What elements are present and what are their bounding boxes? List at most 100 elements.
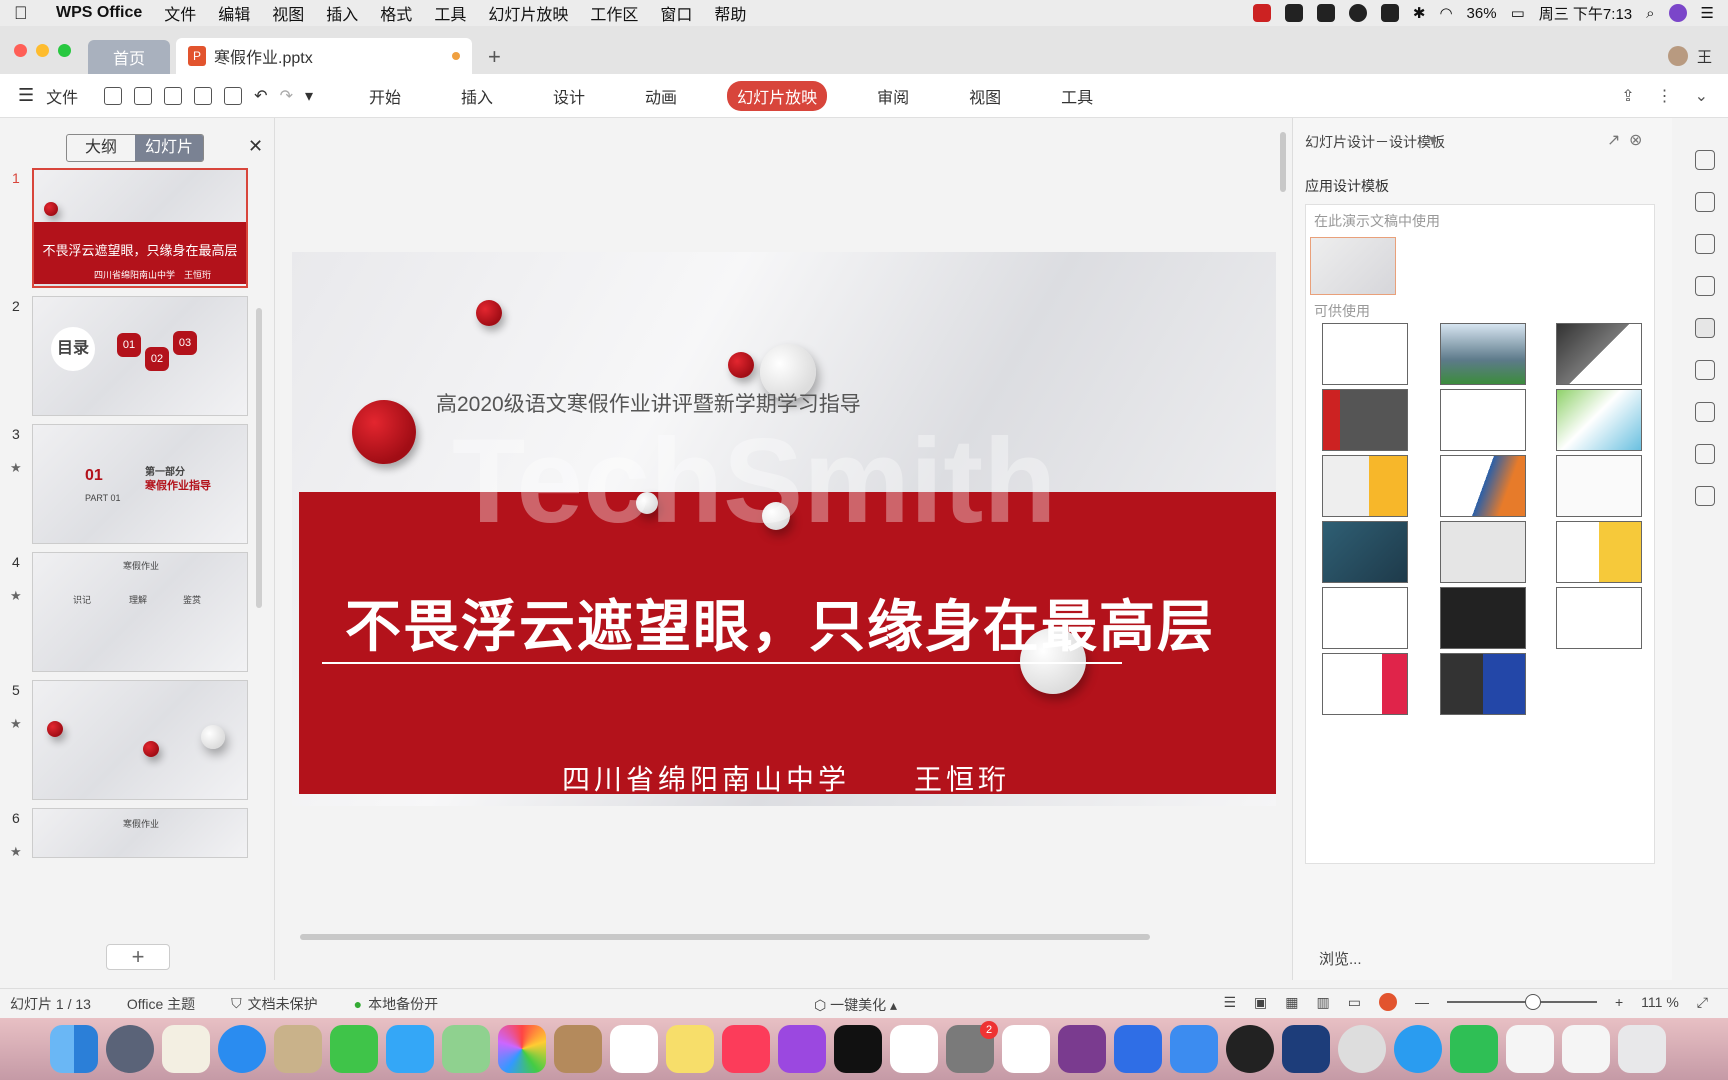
document-stack-icon[interactable] [1506, 1025, 1554, 1073]
shield-tray-icon[interactable] [1348, 4, 1367, 22]
reminders-icon[interactable] [610, 1025, 658, 1073]
menu-file[interactable]: 文件 [164, 1, 196, 25]
cloud-app-icon[interactable] [1394, 1025, 1442, 1073]
undo-icon[interactable]: ↶ [254, 86, 267, 106]
menu-slideshow[interactable]: 幻灯片放映 [488, 1, 568, 25]
slide-thumbnail[interactable]: 01 PART 01 第一部分 寒假作业指导 [32, 424, 248, 544]
wifi-icon[interactable]: ◠ [1439, 4, 1452, 22]
menu-format[interactable]: 格式 [380, 1, 412, 25]
school-app-icon[interactable] [1282, 1025, 1330, 1073]
print-icon[interactable] [194, 86, 213, 105]
tab-insert[interactable]: 插入 [451, 81, 503, 111]
music-icon[interactable] [722, 1025, 770, 1073]
menu-window[interactable]: 窗口 [660, 1, 692, 25]
customize-toolbar-icon[interactable]: ▾ [305, 86, 313, 106]
animation-icon[interactable] [1695, 276, 1715, 296]
template-thumbnail[interactable] [1322, 521, 1408, 583]
slide-title[interactable]: 不畏浮云遮望眼，只缘身在最高层 [330, 582, 1230, 663]
tab-slideshow[interactable]: 幻灯片放映 [727, 80, 828, 111]
close-panel-icon[interactable]: ✕ [248, 136, 263, 157]
textedit-icon[interactable] [162, 1025, 210, 1073]
template-thumbnail[interactable] [1556, 323, 1642, 385]
thumbnail-scrollbar[interactable] [256, 308, 262, 608]
canvas-horizontal-scrollbar[interactable] [300, 934, 1150, 940]
tab-start[interactable]: 开始 [359, 81, 411, 111]
fit-window-icon[interactable]: ⤢ [1697, 994, 1708, 1011]
tab-view[interactable]: 视图 [959, 81, 1011, 111]
sorter-view-icon[interactable]: ▦ [1285, 994, 1298, 1011]
messages-icon[interactable] [386, 1025, 434, 1073]
zoom-in-button[interactable]: + [1615, 994, 1623, 1010]
more-icon[interactable]: ⋮ [1657, 86, 1673, 106]
qq-icon[interactable] [1226, 1025, 1274, 1073]
tab-home[interactable]: 首页 [88, 40, 170, 74]
collapse-ribbon-icon[interactable]: ⌄ [1695, 86, 1708, 106]
panel-title[interactable]: 幻灯片设计－设计模板 [1305, 132, 1445, 152]
tab-design[interactable]: 设计 [543, 81, 595, 111]
zoom-slider[interactable] [1446, 994, 1597, 1010]
facetime-icon[interactable] [330, 1025, 378, 1073]
export-pdf-icon[interactable] [164, 86, 183, 105]
menu-edit[interactable]: 编辑 [218, 1, 250, 25]
outline-tab[interactable]: 大纲 [67, 135, 135, 161]
print-preview-icon[interactable] [224, 86, 243, 105]
menu-icon[interactable]: ☰ [18, 85, 34, 106]
tab-animation[interactable]: 动画 [635, 81, 687, 111]
bluetooth-icon[interactable]: ✱ [1413, 4, 1426, 22]
menu-view[interactable]: 视图 [272, 1, 304, 25]
apple-tv-icon[interactable] [834, 1025, 882, 1073]
minimize-window-button[interactable] [36, 44, 49, 57]
finder-icon[interactable] [50, 1025, 98, 1073]
template-thumbnail[interactable] [1440, 587, 1526, 649]
clock[interactable]: 周三 下午7:13 [1539, 3, 1632, 24]
contact-avatar-icon[interactable] [1338, 1025, 1386, 1073]
open-folder-icon[interactable] [104, 86, 123, 105]
zoom-window-button[interactable] [58, 44, 71, 57]
document-stack-icon[interactable] [1562, 1025, 1610, 1073]
slide-thumbnail[interactable]: 寒假作业 识记 理解 鉴赏 [32, 552, 248, 672]
podcasts-icon[interactable] [778, 1025, 826, 1073]
slide-thumbnail[interactable]: 目录 01 02 03 [32, 296, 248, 416]
theme-name[interactable]: Office 主题 [127, 994, 195, 1014]
template-thumbnail[interactable] [1322, 653, 1408, 715]
menu-workspace[interactable]: 工作区 [590, 1, 638, 25]
trash-icon[interactable] [1618, 1025, 1666, 1073]
tab-document[interactable]: P 寒假作业.pptx [176, 38, 472, 74]
template-thumbnail[interactable] [1440, 323, 1526, 385]
beautify-button[interactable]: ⬡ 一键美化 ▴ [814, 995, 897, 1015]
presenter-view-icon[interactable]: ▭ [1348, 994, 1361, 1011]
template-thumbnail[interactable] [1322, 587, 1408, 649]
safari-icon[interactable] [218, 1025, 266, 1073]
file-menu-button[interactable]: 文件 [46, 84, 78, 108]
avatar[interactable] [1668, 46, 1688, 66]
reading-view-icon[interactable]: ▥ [1317, 994, 1330, 1011]
normal-view-icon[interactable]: ▣ [1254, 994, 1267, 1011]
slide-thumbnail[interactable] [32, 680, 248, 800]
maps-icon[interactable] [442, 1025, 490, 1073]
template-thumbnail[interactable] [1322, 389, 1408, 451]
template-thumbnail[interactable] [1556, 521, 1642, 583]
style-icon[interactable] [1695, 234, 1715, 254]
tab-review[interactable]: 审阅 [867, 81, 919, 111]
template-thumbnail[interactable] [1556, 455, 1642, 517]
control-center-icon[interactable]: ☰ [1701, 4, 1714, 22]
wps-tray-icon[interactable] [1316, 4, 1335, 22]
slide-thumbnail[interactable]: 不畏浮云遮望眼，只缘身在最高层 四川省绵阳南山中学 王恒珩 [32, 168, 248, 288]
green-app-icon[interactable] [1450, 1025, 1498, 1073]
notes-view-icon[interactable]: ☰ [1223, 994, 1236, 1011]
redo-icon[interactable]: ↷ [280, 86, 293, 106]
app-name[interactable]: WPS Office [56, 4, 142, 22]
template-thumbnail[interactable] [1440, 653, 1526, 715]
record-tray-icon[interactable] [1252, 4, 1271, 22]
launchpad-icon[interactable] [106, 1025, 154, 1073]
apple-icon[interactable]:  [14, 3, 36, 24]
backup-status[interactable]: 本地备份开 [368, 994, 438, 1014]
slides-tab[interactable]: 幻灯片 [135, 135, 203, 161]
tab-tools[interactable]: 工具 [1051, 81, 1103, 111]
share-icon[interactable]: ⇪ [1621, 86, 1634, 106]
save-icon[interactable] [134, 86, 153, 105]
close-window-button[interactable] [14, 44, 27, 57]
notes-icon[interactable] [666, 1025, 714, 1073]
new-tab-button[interactable]: + [488, 44, 501, 70]
template-thumbnail[interactable] [1556, 389, 1642, 451]
